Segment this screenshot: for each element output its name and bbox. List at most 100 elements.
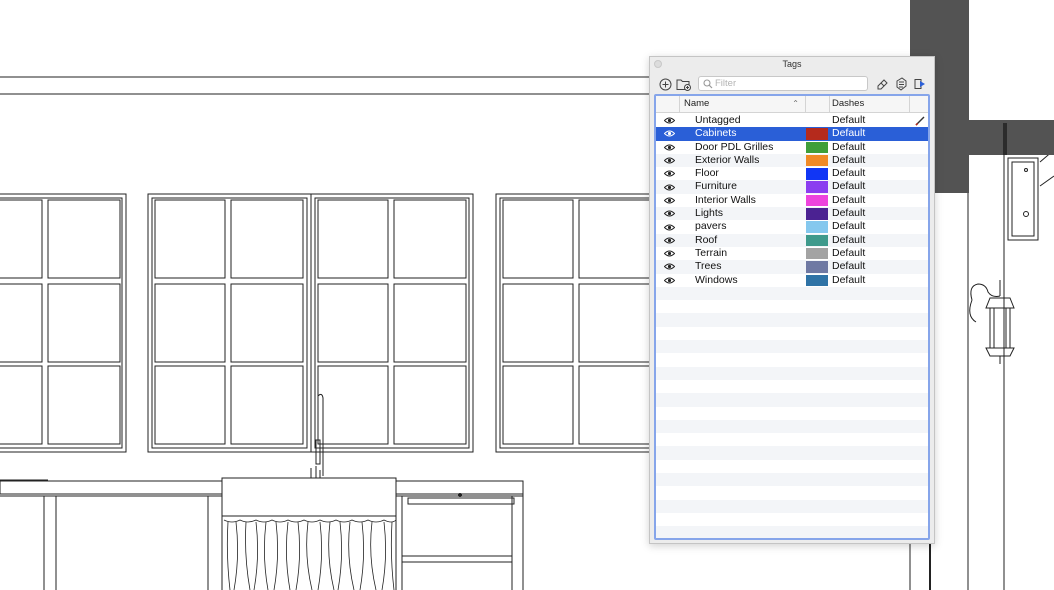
- tag-name: pavers: [695, 220, 727, 233]
- tag-color-swatch[interactable]: [806, 261, 828, 273]
- header-color[interactable]: [806, 96, 830, 112]
- add-folder-icon: [676, 79, 691, 91]
- add-tag-button[interactable]: [656, 75, 674, 93]
- tag-dashes[interactable]: Default: [832, 127, 865, 140]
- tag-color-swatch[interactable]: [806, 208, 828, 220]
- table-row[interactable]: Lights Default: [656, 207, 928, 221]
- empty-row: [656, 526, 928, 538]
- tag-color-swatch[interactable]: [806, 154, 828, 167]
- table-row[interactable]: pavers Default: [656, 220, 928, 233]
- eye-icon: [663, 144, 675, 151]
- tag-dashes[interactable]: Default: [832, 220, 865, 233]
- add-tag-icon: [659, 78, 671, 90]
- header-visibility[interactable]: [656, 96, 680, 112]
- visibility-toggle[interactable]: [662, 154, 676, 167]
- panel-titlebar[interactable]: Tags: [650, 57, 934, 72]
- tag-color-swatch[interactable]: [806, 141, 828, 154]
- tag-dashes[interactable]: Default: [832, 167, 865, 180]
- table-row[interactable]: Trees Default: [656, 260, 928, 274]
- eye-icon: [663, 197, 675, 204]
- window: [147, 193, 312, 453]
- filter-field[interactable]: [698, 76, 868, 91]
- tag-dashes[interactable]: Default: [832, 260, 865, 273]
- tag-dashes[interactable]: Default: [832, 194, 865, 207]
- tag-dashes[interactable]: Default: [832, 247, 865, 260]
- header-dashes[interactable]: Dashes: [830, 96, 910, 112]
- empty-row: [656, 313, 928, 327]
- empty-row: [656, 473, 928, 487]
- tag-color-swatch[interactable]: [806, 168, 828, 180]
- empty-row: [656, 380, 928, 393]
- eye-icon: [663, 157, 675, 164]
- tag-name: Furniture: [695, 180, 738, 193]
- color-by-tag-icon: [896, 77, 907, 91]
- empty-row: [656, 353, 928, 366]
- beam: [934, 120, 1054, 155]
- table-row[interactable]: Furniture Default: [656, 180, 928, 194]
- filter-input[interactable]: [713, 78, 867, 89]
- eye-icon: [663, 250, 675, 257]
- tag-color-swatch[interactable]: [806, 234, 828, 247]
- visibility-toggle[interactable]: [662, 274, 676, 287]
- tag-color-swatch[interactable]: [806, 274, 828, 287]
- tag-dashes[interactable]: Default: [832, 207, 865, 220]
- table-row[interactable]: Exterior Walls Default: [656, 153, 928, 168]
- table-row[interactable]: Roof Default: [656, 233, 928, 247]
- visibility-toggle[interactable]: [662, 220, 676, 233]
- curtain: [223, 519, 397, 590]
- empty-row: [656, 486, 928, 499]
- header-dashes-label: Dashes: [832, 98, 865, 109]
- tag-dashes[interactable]: Default: [832, 141, 865, 154]
- table-row[interactable]: Untagged Default: [656, 114, 928, 127]
- empty-row: [656, 366, 928, 380]
- export-button[interactable]: [911, 75, 929, 93]
- visibility-toggle[interactable]: [662, 180, 676, 193]
- header-name[interactable]: Name ⌃: [680, 96, 806, 112]
- empty-row: [656, 513, 928, 526]
- empty-row: [656, 286, 928, 301]
- empty-row: [656, 499, 928, 513]
- eye-icon: [663, 117, 675, 124]
- tag-color-swatch[interactable]: [806, 181, 828, 193]
- tag-color-swatch[interactable]: [806, 128, 828, 140]
- table-row[interactable]: Windows Default: [656, 274, 928, 287]
- tag-dashes[interactable]: Default: [832, 180, 865, 193]
- tag-dashes[interactable]: Default: [832, 274, 865, 287]
- visibility-toggle[interactable]: [662, 114, 676, 127]
- tag-name: Door PDL Grilles: [695, 140, 774, 153]
- table-row[interactable]: Interior Walls Default: [656, 194, 928, 207]
- visibility-toggle[interactable]: [662, 260, 676, 273]
- cabinets: [0, 477, 524, 590]
- visibility-toggle[interactable]: [662, 234, 676, 247]
- table-row[interactable]: Door PDL Grilles Default: [656, 141, 928, 154]
- table-row[interactable]: Terrain Default: [656, 247, 928, 260]
- visibility-toggle[interactable]: [662, 247, 676, 260]
- table-row[interactable]: Cabinets Default: [656, 127, 928, 141]
- empty-row: [656, 407, 928, 420]
- tag-color-swatch[interactable]: [806, 247, 828, 260]
- visibility-toggle[interactable]: [662, 141, 676, 154]
- empty-row: [656, 340, 928, 354]
- lantern: [969, 280, 1015, 364]
- empty-row: [656, 327, 928, 340]
- visibility-toggle[interactable]: [662, 127, 676, 140]
- panel-toolbar: [650, 74, 934, 94]
- eye-icon: [663, 237, 675, 244]
- active-tag-indicator: [914, 114, 926, 127]
- visibility-toggle[interactable]: [662, 194, 676, 207]
- table-row[interactable]: Floor Default: [656, 167, 928, 180]
- eye-icon: [663, 277, 675, 284]
- window: [0, 193, 127, 453]
- tag-dashes[interactable]: Default: [832, 154, 865, 167]
- empty-row: [656, 433, 928, 446]
- tag-color-swatch[interactable]: [806, 221, 828, 233]
- eraser-button[interactable]: [874, 75, 892, 93]
- tag-dashes[interactable]: Default: [832, 114, 865, 127]
- add-folder-button[interactable]: [675, 75, 693, 93]
- eye-icon: [663, 224, 675, 231]
- color-by-tag-button[interactable]: [892, 75, 910, 93]
- visibility-toggle[interactable]: [662, 207, 676, 220]
- tag-dashes[interactable]: Default: [832, 234, 865, 247]
- tag-color-swatch[interactable]: [806, 194, 828, 207]
- visibility-toggle[interactable]: [662, 167, 676, 180]
